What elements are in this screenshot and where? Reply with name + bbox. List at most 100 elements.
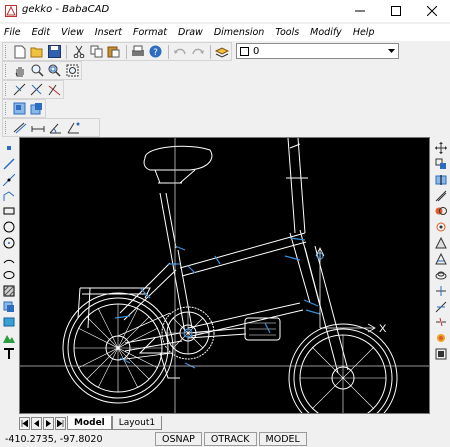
status-bar: -410.2735, -97.8020 OSNAP OTRACK MODEL [0,431,450,447]
extend-button[interactable] [433,299,449,315]
copy-object-button[interactable] [433,156,449,172]
fillet-button[interactable] [433,346,449,362]
dim-angular-button[interactable] [47,119,65,136]
polyline-button[interactable] [1,188,17,204]
menu-modify[interactable]: Modify [310,24,342,41]
point-button[interactable] [1,140,17,156]
trim-icon [436,285,446,296]
cut-button[interactable] [70,43,87,60]
redo-button[interactable] [189,43,206,60]
text-icon [4,348,14,360]
xline-icon [3,173,15,186]
layer-selected-value: 0 [253,45,260,57]
print-button[interactable] [130,43,147,60]
rotate-button[interactable] [433,219,449,235]
help-button[interactable]: ? [147,43,164,60]
toolbar-grip[interactable] [5,45,8,58]
first-tab-button[interactable] [19,416,30,430]
pan-button[interactable] [11,62,29,79]
circle-3p-icon [3,237,15,249]
menu-tools[interactable]: Tools [275,24,299,41]
circle-3p-button[interactable] [1,235,17,251]
menu-format[interactable]: Format [133,24,167,41]
mirror-button[interactable] [433,172,449,188]
text-button[interactable] [1,346,17,362]
scale-button[interactable] [433,235,449,251]
last-tab-button[interactable] [55,416,66,430]
scale-icon [435,237,447,249]
trace-button[interactable] [46,81,63,98]
xline-button[interactable] [1,172,17,188]
circle-button[interactable] [1,219,17,235]
chevron-down-icon[interactable] [384,44,398,58]
otrack-toggle[interactable]: OTRACK [203,432,257,446]
polar-button[interactable] [28,81,45,98]
ortho-icon [13,83,26,96]
osnap-toggle[interactable]: OSNAP [155,432,202,446]
break-button[interactable] [433,314,449,330]
stretch-button[interactable] [433,251,449,267]
move-button[interactable] [433,140,449,156]
minimize-button[interactable] [342,0,378,22]
explode-button[interactable] [433,330,449,346]
menu-file[interactable]: File [4,24,21,41]
toolbar-grip[interactable] [5,121,8,134]
new-button[interactable] [11,43,28,60]
dim-radius-button[interactable] [65,119,83,136]
model-toggle[interactable]: MODEL [258,432,307,446]
open-button[interactable] [28,43,45,60]
tab-layout1[interactable]: Layout1 [111,416,163,430]
region-button[interactable] [1,299,17,315]
copy-button[interactable] [88,43,105,60]
next-icon [46,419,51,427]
zoom-extents-button[interactable] [64,62,82,79]
scissors-icon [73,45,85,58]
insert-block-button[interactable] [11,100,28,117]
draw-helpers-toolbar [2,80,64,99]
paste-button[interactable] [105,43,122,60]
toolbar-separator [167,44,169,59]
seat-tube [169,247,193,334]
prev-tab-button[interactable] [31,416,42,430]
lengthen-button[interactable] [433,267,449,283]
ellipse-button[interactable] [1,267,17,283]
block-button[interactable] [1,314,17,330]
menu-help[interactable]: Help [353,24,375,41]
close-button[interactable] [414,0,450,22]
undo-button[interactable] [172,43,189,60]
zoom-realtime-button[interactable] [28,62,46,79]
zoom-icon [31,64,44,77]
drawing-canvas[interactable]: X [19,137,430,414]
tab-model[interactable]: Model [67,416,112,430]
menu-view[interactable]: View [61,24,84,41]
menu-insert[interactable]: Insert [95,24,122,41]
ortho-button[interactable] [11,81,28,98]
zoom-window-button[interactable] [46,62,64,79]
point-icon [7,145,11,150]
layer-dropdown[interactable]: 0 [236,43,399,59]
dim-linear-button[interactable] [29,119,47,136]
create-block-button[interactable] [28,100,45,117]
arc-button[interactable] [1,251,17,267]
menu-dimension[interactable]: Dimension [214,24,265,41]
next-tab-button[interactable] [43,416,54,430]
line-button[interactable] [1,156,17,172]
solid-button[interactable] [1,330,17,346]
dim-aligned-button[interactable] [11,119,29,136]
arc-icon [3,259,15,264]
offset-button[interactable] [433,188,449,204]
toolbar-grip[interactable] [5,102,8,115]
menu-edit[interactable]: Edit [32,24,50,41]
trim-button[interactable] [433,283,449,299]
hatch-button[interactable] [1,283,17,299]
rectangle-button[interactable] [1,203,17,219]
maximize-button[interactable] [378,0,414,22]
menu-draw[interactable]: Draw [178,24,203,41]
save-button[interactable] [46,43,63,60]
toolbar-grip[interactable] [5,64,8,77]
toolbar-grip[interactable] [5,83,8,96]
ucs-icon [315,247,376,333]
array-button[interactable] [433,203,449,219]
layers-button[interactable] [214,43,231,60]
new-file-icon [14,45,26,58]
